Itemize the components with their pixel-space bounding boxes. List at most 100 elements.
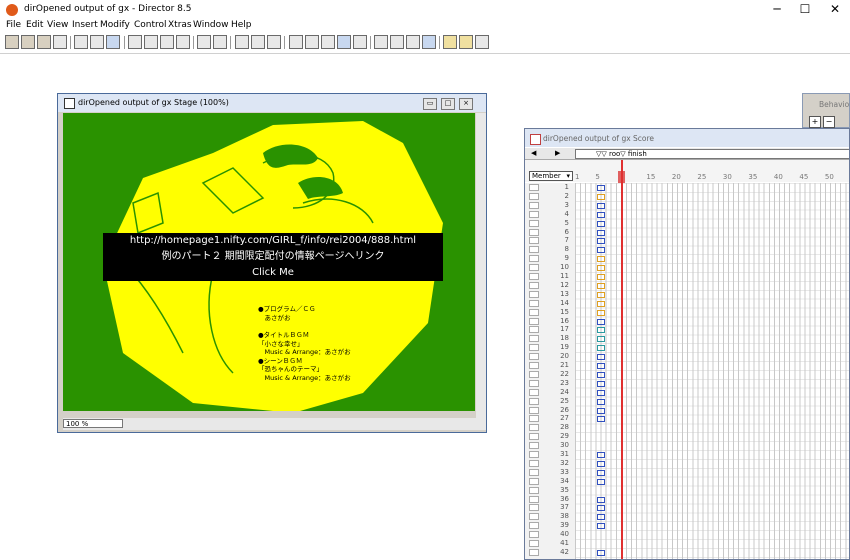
channel-row[interactable]: 40: [525, 530, 575, 539]
channel-row[interactable]: 12: [525, 281, 575, 290]
click-me-label[interactable]: Click Me: [103, 265, 443, 281]
channel-row[interactable]: 28: [525, 423, 575, 432]
sprite-cell[interactable]: [597, 202, 605, 209]
channel-toggle-button[interactable]: [529, 486, 539, 494]
menu-edit[interactable]: Edit: [26, 20, 43, 30]
channel-toggle-button[interactable]: [529, 281, 539, 289]
menu-xtras[interactable]: Xtras: [168, 20, 192, 30]
channel-toggle-button[interactable]: [529, 353, 539, 361]
sprite-cell[interactable]: [597, 389, 605, 396]
channel-toggle-button[interactable]: [529, 495, 539, 503]
channel-toggle-button[interactable]: [529, 317, 539, 325]
menu-window[interactable]: Window: [193, 20, 229, 30]
find-icon[interactable]: [197, 35, 211, 49]
channel-toggle-button[interactable]: [529, 362, 539, 369]
sprite-cell[interactable]: [597, 523, 605, 530]
sprite-cell[interactable]: [597, 371, 605, 378]
channel-row[interactable]: 42: [525, 548, 575, 557]
channel-toggle-button[interactable]: [529, 459, 539, 467]
sprite-cell[interactable]: [597, 238, 605, 245]
channel-toggle-button[interactable]: [529, 468, 539, 476]
channel-row[interactable]: 26: [525, 406, 575, 415]
nav-back-icon[interactable]: ◀: [531, 149, 536, 157]
channel-row[interactable]: 2: [525, 192, 575, 201]
channel-row[interactable]: 8: [525, 245, 575, 254]
sprite-cell[interactable]: [597, 496, 605, 503]
channel-toggle-button[interactable]: [529, 406, 539, 414]
sprite-cell[interactable]: [597, 452, 605, 458]
stage-canvas[interactable]: http://homepage1.nifty.com/GIRL_f/info/r…: [63, 113, 475, 411]
channel-row[interactable]: 14: [525, 299, 575, 308]
undo-icon[interactable]: [128, 35, 142, 49]
channel-row[interactable]: 11: [525, 272, 575, 281]
channel-row[interactable]: 9: [525, 254, 575, 263]
channel-row[interactable]: 15: [525, 308, 575, 317]
sprite-cell[interactable]: [597, 354, 605, 361]
channel-toggle-button[interactable]: [529, 264, 539, 272]
channel-toggle-button[interactable]: [529, 237, 539, 245]
channel-row[interactable]: 10: [525, 263, 575, 272]
sprite-cell[interactable]: [597, 193, 605, 200]
menu-file[interactable]: File: [6, 20, 21, 30]
exchange-cast-icon[interactable]: [213, 35, 227, 49]
channel-row[interactable]: 38: [525, 512, 575, 521]
channel-row[interactable]: 3: [525, 201, 575, 210]
channel-toggle-button[interactable]: [529, 326, 539, 334]
channel-toggle-button[interactable]: [529, 504, 539, 512]
channel-toggle-button[interactable]: [529, 424, 539, 432]
channel-toggle-button[interactable]: [529, 397, 539, 405]
channel-row[interactable]: 23: [525, 379, 575, 388]
sprite-cell[interactable]: [597, 220, 605, 227]
channel-toggle-button[interactable]: [529, 433, 539, 441]
score-title-bar[interactable]: dirOpened output of gx Score: [525, 129, 849, 147]
channel-row[interactable]: 32: [525, 459, 575, 468]
stop-icon[interactable]: [251, 35, 265, 49]
channel-row[interactable]: 16: [525, 317, 575, 326]
sprite-cell[interactable]: [597, 265, 605, 272]
zoom-select[interactable]: 100 %: [63, 419, 123, 428]
channel-toggle-button[interactable]: [529, 415, 539, 423]
sprite-cell[interactable]: [597, 398, 605, 405]
channel-toggle-button[interactable]: [529, 219, 539, 227]
channel-row[interactable]: 13: [525, 290, 575, 299]
sprite-cell[interactable]: [597, 505, 605, 512]
channel-toggle-button[interactable]: [529, 388, 539, 396]
stage-window-icon[interactable]: [289, 35, 303, 49]
close-button[interactable]: ✕: [818, 0, 850, 20]
sprite-cell[interactable]: [597, 549, 605, 556]
channel-toggle-button[interactable]: [529, 210, 539, 218]
channel-row[interactable]: 33: [525, 468, 575, 477]
channel-row[interactable]: 30: [525, 441, 575, 450]
menu-control[interactable]: Control: [134, 20, 167, 30]
maximize-button[interactable]: ☐: [788, 0, 822, 20]
new-movie-icon[interactable]: [5, 35, 19, 49]
cut-icon[interactable]: [144, 35, 158, 49]
remove-behavior-button[interactable]: −: [823, 116, 835, 128]
channel-row[interactable]: 17: [525, 325, 575, 334]
channel-row[interactable]: 21: [525, 361, 575, 370]
channel-toggle-button[interactable]: [529, 513, 539, 521]
stage-vertical-scrollbar[interactable]: [476, 113, 486, 418]
channel-row[interactable]: 19: [525, 343, 575, 352]
channel-row[interactable]: 39: [525, 521, 575, 530]
channel-row[interactable]: 25: [525, 397, 575, 406]
channel-toggle-button[interactable]: [529, 370, 539, 378]
channel-toggle-button[interactable]: [529, 531, 539, 539]
sprite-cell[interactable]: [597, 274, 605, 280]
sprite-cell[interactable]: [597, 229, 605, 236]
channel-row[interactable]: 29: [525, 432, 575, 441]
channel-toggle-button[interactable]: [529, 540, 539, 547]
open-icon[interactable]: [37, 35, 51, 49]
channel-toggle-button[interactable]: [529, 228, 539, 236]
nav-forward-icon[interactable]: ▶: [555, 149, 560, 157]
text-icon[interactable]: [406, 35, 420, 49]
sprite-cell[interactable]: [597, 478, 605, 485]
channel-row[interactable]: 18: [525, 334, 575, 343]
sprite-cell[interactable]: [597, 336, 605, 343]
channel-toggle-button[interactable]: [529, 290, 539, 298]
sprite-cell[interactable]: [597, 407, 605, 414]
member-display-select[interactable]: Member ▾: [529, 171, 573, 181]
sprite-cell[interactable]: [597, 256, 605, 263]
link-banner[interactable]: http://homepage1.nifty.com/GIRL_f/info/r…: [103, 233, 443, 281]
stage-title-bar[interactable]: dirOpened output of gx Stage (100%) ▭ □ …: [58, 94, 486, 112]
